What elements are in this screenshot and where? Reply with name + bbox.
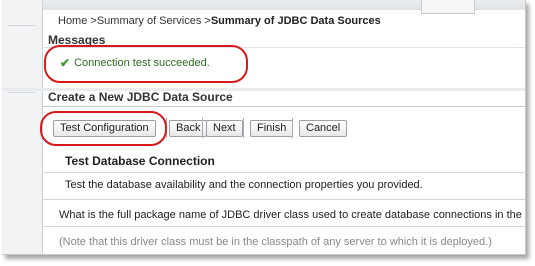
console-window: Home >Summary of Services >Summary of JD… (2, 0, 526, 255)
left-strip-divider (8, 92, 36, 93)
next-button[interactable]: Next (206, 120, 243, 137)
section-divider (42, 199, 525, 200)
section-divider (42, 172, 525, 173)
breadcrumb: Home >Summary of Services >Summary of JD… (58, 15, 381, 27)
left-navigation-strip (2, 0, 43, 254)
button-separator (243, 118, 244, 138)
panel-title: Create a New JDBC Data Source (48, 90, 233, 104)
driver-class-question: What is the full package name of JDBC dr… (59, 209, 526, 221)
panel-title-rule (42, 106, 525, 107)
top-panel-edge (421, 0, 475, 14)
driver-class-note: (Note that this driver class must be in … (59, 236, 492, 248)
left-strip-divider (8, 25, 36, 26)
breadcrumb-separator: > (87, 15, 97, 27)
breadcrumb-separator: > (201, 15, 211, 27)
breadcrumb-home[interactable]: Home (58, 15, 87, 27)
cancel-button[interactable]: Cancel (299, 120, 348, 137)
finish-button[interactable]: Finish (250, 120, 294, 137)
section-description: Test the database availability and the c… (65, 179, 423, 191)
annotation-oval-test-button (40, 111, 167, 146)
breadcrumb-summary-of-services[interactable]: Summary of Services (97, 15, 202, 27)
section-divider (42, 226, 525, 227)
section-title: Test Database Connection (65, 154, 215, 168)
button-separator (202, 118, 203, 138)
button-separator (292, 118, 293, 138)
annotation-oval-message (44, 45, 248, 83)
breadcrumb-current: Summary of JDBC Data Sources (210, 15, 381, 27)
